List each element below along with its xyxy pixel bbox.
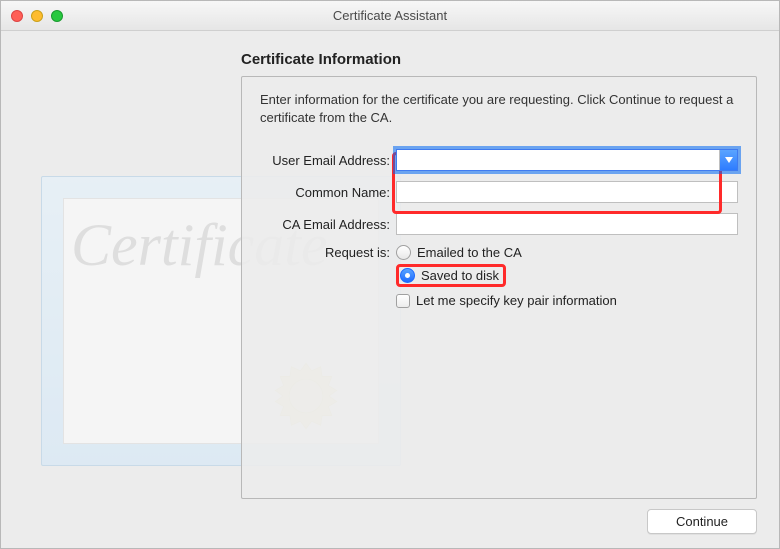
checkbox-specify-keypair[interactable] <box>396 294 410 308</box>
ca-email-label: CA Email Address: <box>260 217 396 232</box>
minimize-button[interactable] <box>31 10 43 22</box>
row-specify-keypair: Let me specify key pair information <box>396 293 738 308</box>
user-email-value[interactable] <box>397 150 719 170</box>
instructions-text: Enter information for the certificate yo… <box>260 91 738 127</box>
row-user-email: User Email Address: <box>260 149 738 171</box>
option-emailed-label: Emailed to the CA <box>417 245 522 260</box>
common-name-label: Common Name: <box>260 185 396 200</box>
row-common-name: Common Name: <box>260 181 738 203</box>
close-button[interactable] <box>11 10 23 22</box>
radio-saved-to-disk[interactable] <box>400 268 415 283</box>
radio-emailed-to-ca[interactable] <box>396 245 411 260</box>
traffic-lights <box>11 10 63 22</box>
row-request-is: Request is: Emailed to the CA <box>260 245 738 260</box>
annotation-highlight-saved: Saved to disk <box>396 264 506 287</box>
option-specify-keypair-label: Let me specify key pair information <box>416 293 617 308</box>
chevron-down-icon[interactable] <box>719 150 737 170</box>
common-name-input[interactable] <box>396 181 738 203</box>
option-saved-label: Saved to disk <box>421 268 499 283</box>
window-title: Certificate Assistant <box>1 8 779 23</box>
titlebar: Certificate Assistant <box>1 1 779 31</box>
user-email-combobox[interactable] <box>396 149 738 171</box>
request-is-label: Request is: <box>260 245 396 260</box>
zoom-button[interactable] <box>51 10 63 22</box>
row-ca-email: CA Email Address: <box>260 213 738 235</box>
footer: Continue <box>23 499 757 534</box>
form-panel: Enter information for the certificate yo… <box>241 76 757 499</box>
content-area: Certificate Certificate Information Ente… <box>1 31 779 548</box>
user-email-label: User Email Address: <box>260 153 396 168</box>
continue-button[interactable]: Continue <box>647 509 757 534</box>
window: Certificate Assistant Certificate Certif… <box>0 0 780 549</box>
section-heading: Certificate Information <box>241 51 757 68</box>
ca-email-input[interactable] <box>396 213 738 235</box>
row-saved-to-disk: Saved to disk <box>396 264 738 287</box>
